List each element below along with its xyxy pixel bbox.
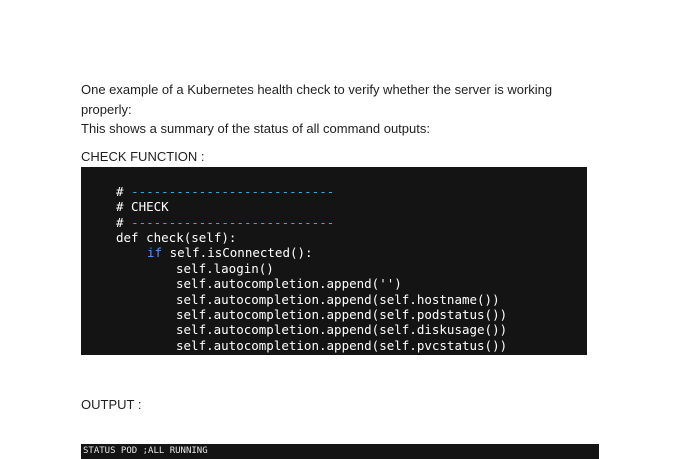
code-line-body: self.autocompletion.append(self.diskusag… xyxy=(176,322,508,337)
code-line-rule-bottom: # --------------------------- xyxy=(116,215,334,230)
comment-hash: # xyxy=(116,215,132,230)
if-condition: self.isConnected(): xyxy=(169,245,313,260)
intro-paragraph: One example of a Kubernetes health check… xyxy=(81,82,553,117)
def-statement: def check(self): xyxy=(116,230,237,245)
check-comment: # CHECK xyxy=(116,199,169,214)
output-status-text: STATUS POD ;ALL RUNNING xyxy=(83,446,208,456)
code-line-body: self.autocompletion.append(self.podstatu… xyxy=(176,307,508,322)
comment-hash: # xyxy=(116,184,132,199)
output-label: OUTPUT : xyxy=(81,397,142,412)
output-terminal: STATUS POD ;ALL RUNNING xyxy=(81,444,599,459)
code-line-body: self.autocompletion.append('') xyxy=(176,276,402,291)
summary-paragraph: This shows a summary of the status of al… xyxy=(81,121,430,136)
code-line-body: self.autocompletion.append(self.pvcstatu… xyxy=(176,338,508,353)
document-page: One example of a Kubernetes health check… xyxy=(0,0,680,459)
code-line-body: self.laogin() xyxy=(176,261,274,276)
check-function-label: CHECK FUNCTION : xyxy=(81,149,205,164)
code-line-rule-top: # --------------------------- xyxy=(116,184,334,199)
code-line-check-comment: # CHECK xyxy=(116,199,169,214)
comment-dashes: --------------------------- xyxy=(131,184,335,199)
comment-dashes: --------------------------- xyxy=(131,215,335,230)
code-line-if: if self.isConnected(): xyxy=(147,245,313,260)
code-line-body: self.autocompletion.append(self.hostname… xyxy=(176,292,500,307)
if-keyword: if xyxy=(147,245,170,260)
code-line-def: def check(self): xyxy=(116,230,236,245)
code-snippet: # --------------------------- # CHECK # … xyxy=(81,167,587,355)
